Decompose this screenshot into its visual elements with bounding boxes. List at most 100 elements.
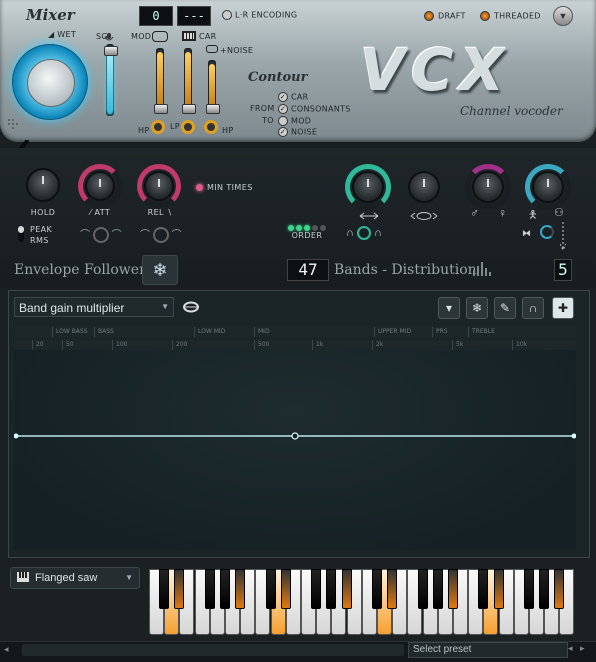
footer-scrollbar[interactable] xyxy=(22,644,404,656)
bandwidth-knob[interactable] xyxy=(352,171,384,203)
distribution-bars-icon[interactable] xyxy=(472,260,492,276)
distribution-value-display[interactable]: 5 xyxy=(554,259,572,281)
piano-black-key[interactable] xyxy=(326,569,337,609)
contour-car-checkbox[interactable]: ✓ xyxy=(278,92,288,102)
freq-label: 500 xyxy=(254,340,312,350)
piano-black-key[interactable] xyxy=(220,569,230,609)
piano-keyboard[interactable] xyxy=(149,569,575,635)
contour-mod-checkbox[interactable] xyxy=(278,116,288,126)
contour-consonants-checkbox[interactable]: ✓ xyxy=(278,104,288,114)
threaded-toggle[interactable]: THREADED xyxy=(480,11,541,21)
lp-label: LP xyxy=(170,122,180,131)
peak-rms-switch-handle[interactable] xyxy=(18,226,24,233)
att-curve-knob[interactable] xyxy=(92,227,109,244)
mod-label: MOD xyxy=(131,32,152,41)
min-times-toggle[interactable]: MIN TIMES xyxy=(196,183,253,192)
range-scale-row: LOW BASS BASS LOW MID MID UPPER MID PRS … xyxy=(14,327,576,337)
piano-black-key[interactable] xyxy=(539,569,550,609)
min-times-led[interactable] xyxy=(196,184,203,191)
freq-label: 20 xyxy=(32,340,62,350)
noise-toggle-switch[interactable] xyxy=(206,45,218,53)
noise-slider-handle[interactable] xyxy=(206,104,220,114)
rel-curve-knob[interactable] xyxy=(152,227,169,244)
lips-link-icon[interactable] xyxy=(182,298,200,316)
menu-chevron-icon[interactable]: ▼ xyxy=(553,6,573,26)
contour-option-noise[interactable]: ✓ NOISE xyxy=(278,127,317,137)
pencil-draw-icon[interactable]: ✎ xyxy=(494,297,516,319)
rel-knob[interactable] xyxy=(144,171,174,201)
mod-hp-knob[interactable] xyxy=(151,120,165,134)
piano-black-key[interactable] xyxy=(311,569,322,609)
noise-toggle[interactable]: +NOISE xyxy=(206,45,253,55)
lr-encoding-checkbox[interactable] xyxy=(222,10,232,20)
piano-black-key[interactable] xyxy=(280,569,291,609)
piano-black-key[interactable] xyxy=(554,569,565,609)
add-point-icon[interactable]: ✚ xyxy=(552,297,574,319)
rel-curve-control[interactable]: ⌒ ⌒ xyxy=(140,226,184,244)
contour-consonants-label: CONSONANTS xyxy=(291,104,351,114)
lr-encoding-label: L·R ENCODING xyxy=(235,10,298,20)
preset-prev-icon[interactable]: ◂ xyxy=(568,643,573,654)
car-channel-display[interactable]: --- xyxy=(177,6,211,26)
piano-black-key[interactable] xyxy=(493,569,504,609)
att-knob[interactable] xyxy=(85,171,115,201)
rms-label: RMS xyxy=(30,236,49,245)
contour-option-mod[interactable]: MOD xyxy=(278,116,311,126)
scroll-left-icon[interactable]: ◂ xyxy=(4,644,14,656)
car-lp-knob[interactable] xyxy=(181,120,195,134)
preset-selector[interactable]: Select preset xyxy=(408,642,568,658)
gender-knob[interactable] xyxy=(472,171,504,203)
band-shape-knob[interactable] xyxy=(356,226,371,240)
instrument-dropdown[interactable]: Flanged saw ▼ xyxy=(10,567,140,589)
voices-knob[interactable] xyxy=(532,171,564,203)
tool-menu-chevron-icon[interactable]: ▾ xyxy=(438,297,460,319)
sg-slider-fill xyxy=(107,50,113,114)
envelope-freeze-snowflake-icon[interactable]: ❄ xyxy=(142,255,178,285)
freq-label: 100 xyxy=(112,340,172,350)
band-gain-graph[interactable] xyxy=(14,350,576,550)
piano-black-key[interactable] xyxy=(524,569,534,609)
mod-slider-handle[interactable] xyxy=(154,104,168,114)
contour-option-car[interactable]: ✓ CAR xyxy=(278,92,309,102)
wet-knob[interactable] xyxy=(12,44,88,120)
piano-black-key[interactable] xyxy=(432,569,443,609)
band-gain-curve[interactable] xyxy=(14,350,576,550)
preset-next-icon[interactable]: ▸ xyxy=(580,643,585,654)
piano-black-key[interactable] xyxy=(159,569,170,609)
parameter-dropdown[interactable]: Band gain multiplier ▼ xyxy=(14,297,174,317)
magnet-snap-icon[interactable]: ∩ xyxy=(522,297,544,319)
draft-toggle[interactable]: DRAFT xyxy=(424,11,466,21)
mod-slider-track[interactable] xyxy=(156,48,164,112)
piano-black-key[interactable] xyxy=(478,569,489,609)
sg-slider-handle[interactable] xyxy=(104,46,118,56)
peak-rms-switch[interactable] xyxy=(18,226,24,242)
car-slider-handle[interactable] xyxy=(182,104,196,114)
draft-led[interactable] xyxy=(424,11,434,21)
female-icon: ♀ xyxy=(498,206,507,220)
hold-knob[interactable] xyxy=(26,168,60,202)
band-shape-control[interactable]: ∩ ∩ xyxy=(346,226,392,244)
stereo-width-knob[interactable] xyxy=(540,225,554,239)
contour-option-consonants[interactable]: ✓ CONSONANTS xyxy=(278,104,351,114)
piano-black-key[interactable] xyxy=(387,569,398,609)
piano-black-key[interactable] xyxy=(265,569,276,609)
wet-label: ◢ WET xyxy=(48,30,77,39)
piano-black-key[interactable] xyxy=(372,569,382,609)
vcx-logo: VCX xyxy=(360,36,511,104)
mod-channel-display[interactable]: 0 xyxy=(139,6,173,26)
att-curve-control[interactable]: ⌒ ⌒ xyxy=(80,226,124,244)
contour-noise-checkbox[interactable]: ✓ xyxy=(278,127,288,137)
lr-encoding-toggle[interactable]: L·R ENCODING xyxy=(222,10,297,20)
noise-hp-knob[interactable] xyxy=(204,120,218,134)
formant-knob[interactable] xyxy=(408,171,440,203)
bands-count-display[interactable]: 47 xyxy=(287,259,329,281)
freeze-snowflake-icon[interactable]: ❄ xyxy=(466,297,488,319)
car-slider-track[interactable] xyxy=(184,48,192,112)
piano-black-key[interactable] xyxy=(174,569,185,609)
piano-black-key[interactable] xyxy=(448,569,458,609)
piano-black-key[interactable] xyxy=(341,569,352,609)
piano-black-key[interactable] xyxy=(235,569,246,609)
piano-black-key[interactable] xyxy=(417,569,428,609)
threaded-led[interactable] xyxy=(480,11,490,21)
piano-black-key[interactable] xyxy=(204,569,215,609)
